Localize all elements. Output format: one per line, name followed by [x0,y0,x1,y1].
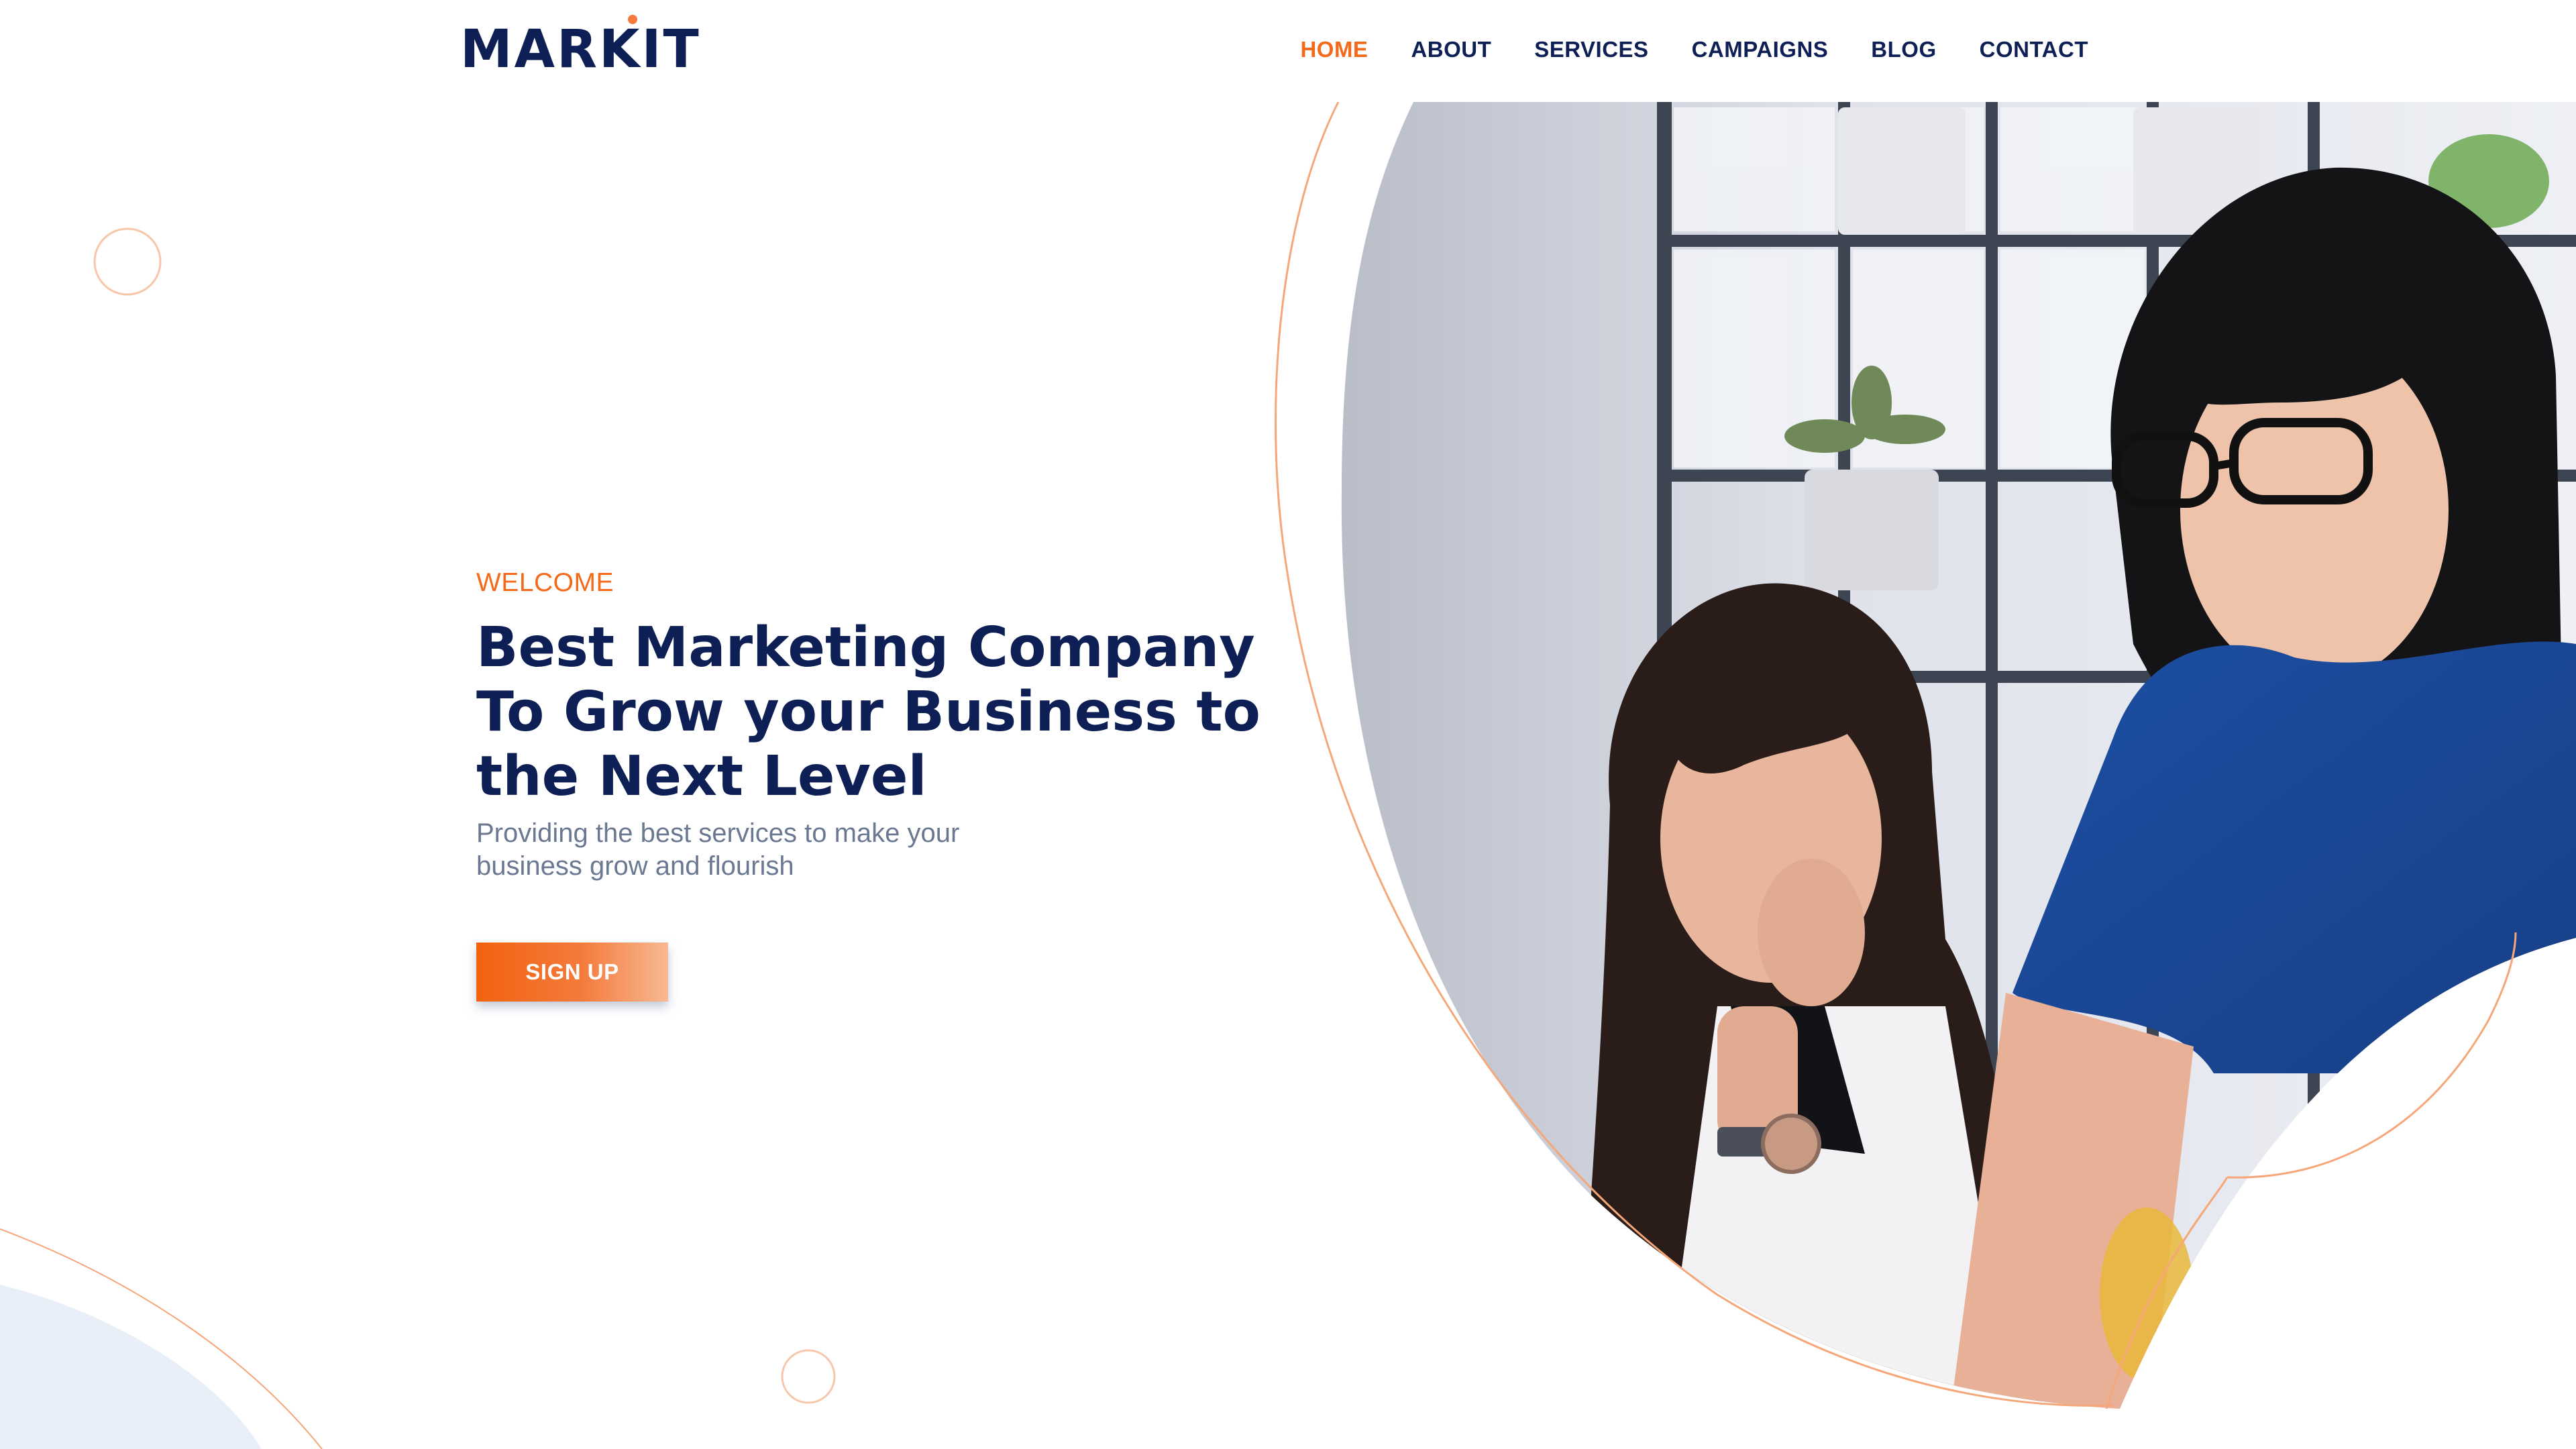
hero-headline-line3: the Next Level [476,745,927,808]
hero-headline-line1: Best Marketing Company [476,616,1255,680]
nav-campaigns[interactable]: CAMPAIGNS [1692,35,1829,64]
nav-contact[interactable]: CONTACT [1980,35,2088,64]
hero-text: WELCOME Best Marketing Company To Grow y… [476,568,1295,883]
hero-subtext-line1: Providing the best services to make your [476,818,960,848]
nav-home[interactable]: HOME [1300,35,1368,64]
landing-page: MARKIT HOME ABOUT SERVICES CAMPAIGNS BLO… [0,0,2576,1449]
nav-services[interactable]: SERVICES [1534,35,1648,64]
hero-subtext-line2: business grow and flourish [476,851,794,881]
hero-subtext: Providing the best services to make your… [476,817,1013,883]
nav-blog[interactable]: BLOG [1871,35,1936,64]
logo-accent-dot [628,15,637,24]
hero-headline-line2: To Grow your Business to [476,680,1260,744]
logo[interactable]: MARKIT [460,23,701,76]
main-nav: HOME ABOUT SERVICES CAMPAIGNS BLOG CONTA… [1300,35,2088,64]
sign-up-button[interactable]: SIGN UP [476,943,668,1002]
hero-headline: Best Marketing Company To Grow your Busi… [476,616,1268,809]
hero-eyebrow: WELCOME [476,568,614,597]
site-header: MARKIT HOME ABOUT SERVICES CAMPAIGNS BLO… [0,0,2576,102]
nav-about[interactable]: ABOUT [1411,35,1491,64]
